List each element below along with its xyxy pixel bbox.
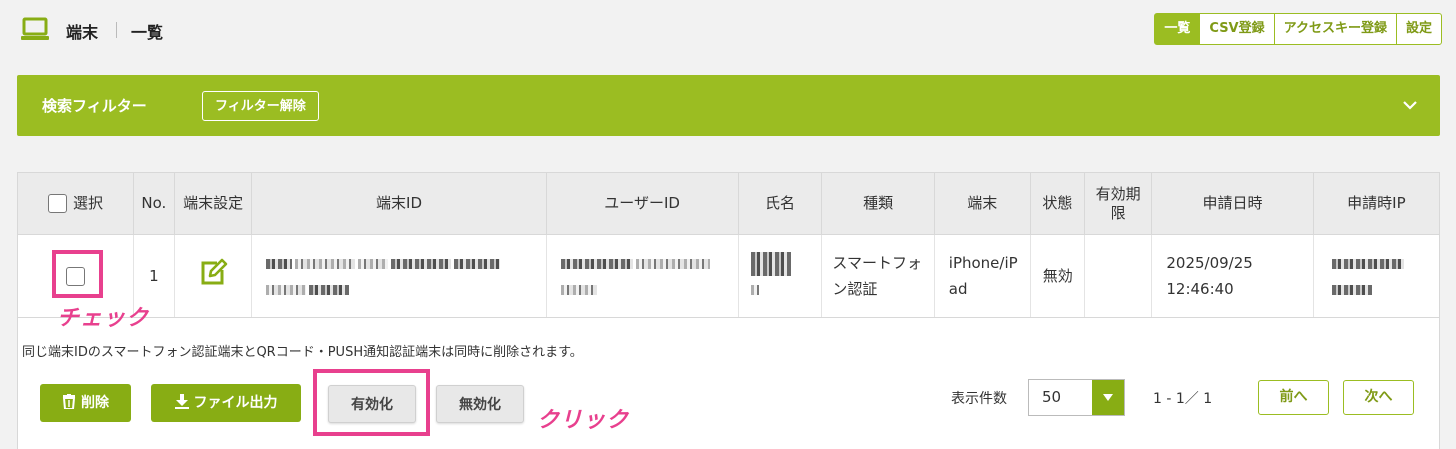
checkbox-highlight-box	[52, 250, 103, 298]
row-expiry	[1084, 234, 1153, 318]
row-user-id	[546, 234, 739, 318]
col-device-id: 端末ID	[251, 173, 547, 235]
row-request-ip	[1313, 234, 1439, 318]
next-page-button[interactable]: 次へ	[1343, 380, 1414, 415]
col-expiry: 有効期限	[1084, 173, 1153, 235]
pagination-info: 1 - 1／ 1	[1153, 391, 1213, 407]
col-select-label: 選択	[72, 194, 103, 212]
per-page-label: 表示件数	[951, 391, 1007, 407]
select-all-checkbox[interactable]	[47, 194, 67, 213]
col-select: 選択	[18, 173, 134, 235]
chevron-down-icon[interactable]	[1402, 97, 1418, 113]
row-device-id	[251, 234, 547, 318]
col-user-id: ユーザーID	[546, 173, 739, 235]
page-title: 端末	[66, 23, 99, 42]
enable-highlight-box	[313, 369, 430, 436]
export-label: ファイル出力	[193, 395, 278, 411]
col-name: 氏名	[738, 173, 823, 235]
tab-settings[interactable]: 設定	[1395, 13, 1442, 45]
per-page-value: 50	[1042, 388, 1062, 406]
delete-button[interactable]: 削除	[40, 384, 131, 422]
col-requested-at: 申請日時	[1151, 173, 1314, 235]
row-device: iPhone/iPad	[934, 234, 1031, 318]
tab-csv-register[interactable]: CSV登録	[1199, 13, 1275, 45]
col-status: 状態	[1030, 173, 1085, 235]
table-row: 1 スマートフォン認証 iPhone/iPad 無効 2025/09/25 12…	[18, 234, 1439, 318]
col-request-ip: 申請時IP	[1313, 173, 1439, 235]
col-type: 種類	[821, 173, 935, 235]
row-edit-cell	[174, 234, 253, 318]
row-status: 無効	[1030, 234, 1085, 318]
tab-list[interactable]: 一覧	[1154, 13, 1201, 45]
download-icon	[174, 394, 189, 409]
edit-icon[interactable]	[198, 258, 228, 286]
col-device: 端末	[934, 173, 1031, 235]
title-divider	[116, 22, 117, 38]
delete-note: 同じ端末IDのスマートフォン認証端末とQRコード・PUSH通知認証端末は同時に削…	[22, 345, 583, 360]
page-header: 端末 一覧 一覧 CSV登録 アクセスキー登録 設定	[0, 0, 1456, 60]
check-annotation: チェック	[57, 306, 150, 331]
delete-label: 削除	[81, 395, 109, 411]
col-no: No.	[133, 173, 175, 235]
per-page-select[interactable]: 50	[1028, 379, 1125, 416]
disable-button[interactable]: 無効化	[436, 385, 524, 423]
row-type: スマートフォン認証	[821, 234, 935, 318]
laptop-icon	[21, 17, 49, 40]
device-table: 選択 No. 端末設定 端末ID ユーザーID 氏名 種類 端末 状態 有効期限…	[18, 173, 1439, 318]
prev-page-button[interactable]: 前へ	[1258, 380, 1329, 415]
filter-title: 検索フィルター	[42, 97, 147, 115]
export-file-button[interactable]: ファイル出力	[151, 384, 301, 422]
click-annotation: クリック	[537, 408, 630, 433]
table-header-row: 選択 No. 端末設定 端末ID ユーザーID 氏名 種類 端末 状態 有効期限…	[18, 173, 1439, 235]
page-subtitle: 一覧	[131, 23, 164, 42]
trash-icon	[62, 394, 76, 410]
row-requested-at: 2025/09/25 12:46:40	[1151, 234, 1314, 318]
dropdown-arrow-icon[interactable]	[1092, 380, 1124, 415]
top-tabs: 一覧 CSV登録 アクセスキー登録 設定	[1154, 13, 1442, 45]
col-device-settings: 端末設定	[174, 173, 253, 235]
search-filter-bar[interactable]: 検索フィルター フィルター解除	[17, 75, 1440, 136]
clear-filter-button[interactable]: フィルター解除	[202, 91, 319, 121]
tab-access-key-register[interactable]: アクセスキー登録	[1273, 13, 1397, 45]
row-name	[738, 234, 823, 318]
